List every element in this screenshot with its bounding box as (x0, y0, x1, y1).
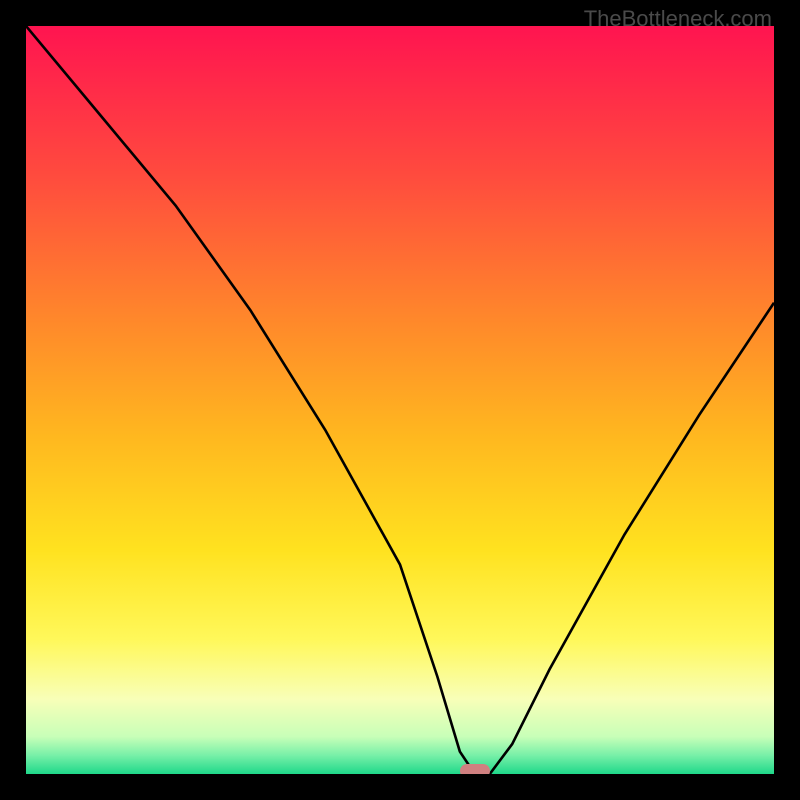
watermark-text: TheBottleneck.com (584, 6, 772, 32)
bottleneck-curve (26, 26, 774, 774)
plot-area (26, 26, 774, 774)
bottleneck-marker (460, 764, 490, 774)
chart-container: TheBottleneck.com (0, 0, 800, 800)
